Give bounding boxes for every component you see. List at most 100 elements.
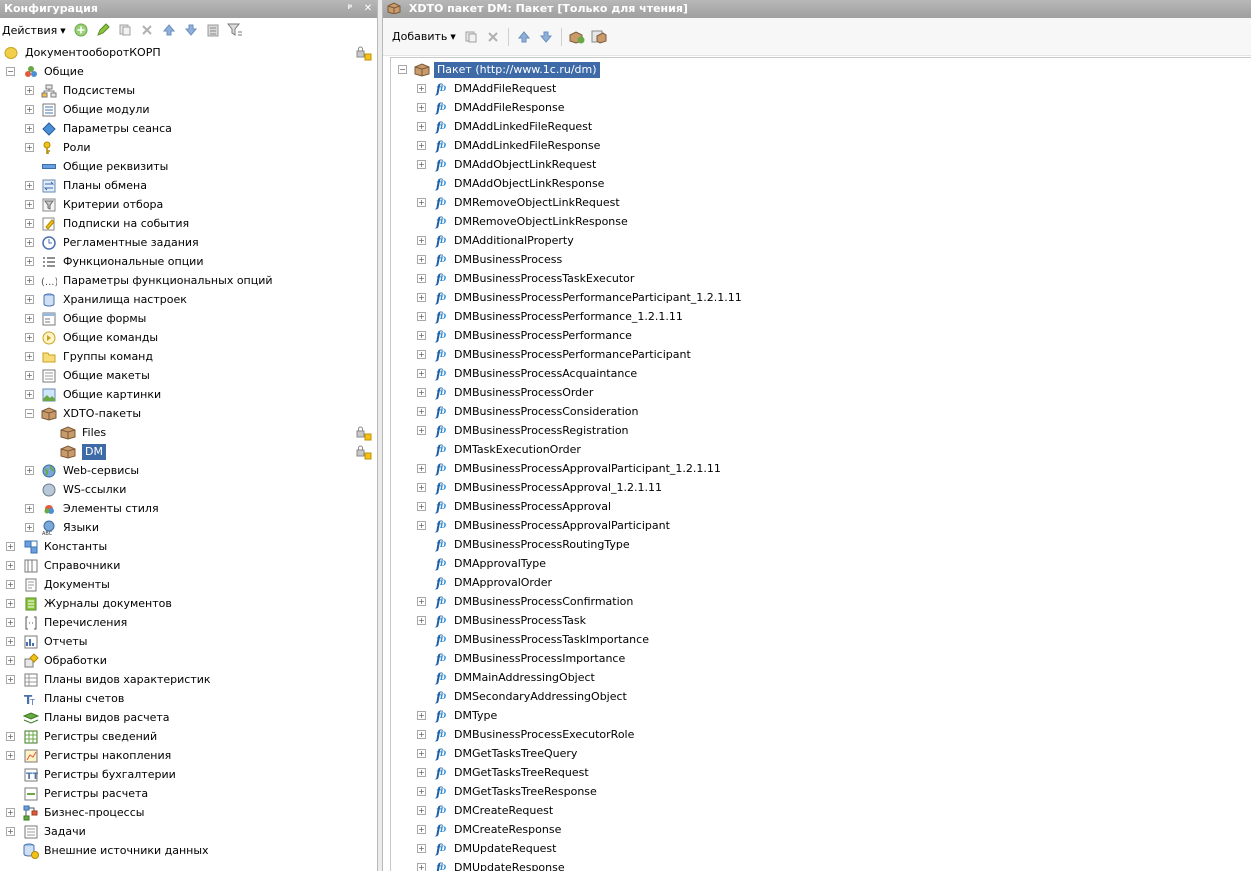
xdto-type-node[interactable]: + f D DMBusinessProcessOrder [391,383,1251,402]
tree-node[interactable]: + Подсистемы [0,81,377,100]
tree-node[interactable]: + Общие команды [0,328,377,347]
collapse-icon[interactable]: − [398,65,407,74]
expand-icon[interactable]: + [417,825,426,834]
delete-icon[interactable] [484,28,502,46]
xdto-type-node[interactable]: + f D DMBusinessProcessApprovalParticipant_… [391,459,1251,478]
xdto-type-node[interactable]: + f D DMBusinessProcessConfirmation [391,592,1251,611]
expand-icon[interactable]: + [417,863,426,871]
expand-icon[interactable]: + [6,675,15,684]
xdto-type-node[interactable]: + f D DMBusinessProcessRegistration [391,421,1251,440]
tree-node[interactable]: + Общие модули [0,100,377,119]
xdto-type-node[interactable]: + f D DMBusinessProcessApproval_1.2.1.11 [391,478,1251,497]
collapse-icon[interactable]: − [6,67,15,76]
tree-node[interactable]: + Регистры накопления [0,746,377,765]
expand-icon[interactable]: + [25,238,34,247]
expand-icon[interactable]: + [417,483,426,492]
move-down-icon[interactable] [537,28,555,46]
xdto-type-node[interactable]: + f D DMCreateRequest [391,801,1251,820]
xdto-type-node[interactable]: + f D DMBusinessProcessAcquaintance [391,364,1251,383]
move-down-icon[interactable] [182,21,200,39]
expand-icon[interactable]: + [6,580,15,589]
expand-icon[interactable]: + [6,827,15,836]
expand-icon[interactable]: + [417,407,426,416]
expand-icon[interactable]: + [6,656,15,665]
expand-icon[interactable]: + [417,331,426,340]
actions-menu-button[interactable]: Действия ▼ [2,24,70,37]
tree-node[interactable]: + Хранилища настроек [0,290,377,309]
xdto-type-node[interactable]: + f D DMGetTasksTreeQuery [391,744,1251,763]
tree-node[interactable]: + Подписки на события [0,214,377,233]
expand-icon[interactable]: + [6,561,15,570]
expand-icon[interactable]: + [6,637,15,646]
expand-icon[interactable]: + [25,295,34,304]
expand-icon[interactable]: + [417,749,426,758]
expand-icon[interactable]: + [25,276,34,285]
xdto-type-node[interactable]: f D DMBusinessProcessTaskImportance [391,630,1251,649]
tree-node[interactable]: + (...) Параметры функциональных опций [0,271,377,290]
expand-icon[interactable]: + [6,542,15,551]
tree-node[interactable]: + Элементы стиля [0,499,377,518]
expand-icon[interactable]: + [25,181,34,190]
xdto-type-node[interactable]: + f D DMGetTasksTreeRequest [391,763,1251,782]
tree-node[interactable]: + Бизнес-процессы [0,803,377,822]
expand-icon[interactable]: + [417,806,426,815]
delete-icon[interactable] [138,21,156,39]
expand-icon[interactable]: + [417,426,426,435]
expand-icon[interactable]: + [417,730,426,739]
tree-root-node[interactable]: ДокументооборотКОРП [0,43,377,62]
xdto-type-node[interactable]: + f D DMRemoveObjectLinkRequest [391,193,1251,212]
expand-icon[interactable]: + [417,350,426,359]
expand-icon[interactable]: + [25,105,34,114]
xdto-type-node[interactable]: f D DMAddObjectLinkResponse [391,174,1251,193]
xdto-type-node[interactable]: + f D DMBusinessProcessPerformance_1.2.1.11 [391,307,1251,326]
xdto-type-node[interactable]: f D DMTaskExecutionOrder [391,440,1251,459]
tree-node[interactable]: + Регламентные задания [0,233,377,252]
xdto-type-node[interactable]: + f D DMAdditionalProperty [391,231,1251,250]
expand-icon[interactable]: + [25,143,34,152]
expand-icon[interactable]: + [417,616,426,625]
expand-icon[interactable]: + [25,219,34,228]
xdto-type-node[interactable]: + f D DMAddFileResponse [391,98,1251,117]
expand-icon[interactable]: + [6,618,15,627]
expand-icon[interactable]: + [25,352,34,361]
xdto-type-node[interactable]: + f D DMAddFileRequest [391,79,1251,98]
tree-node[interactable]: + Группы команд [0,347,377,366]
add-icon[interactable] [72,21,90,39]
xdto-type-node[interactable]: + f D DMAddLinkedFileRequest [391,117,1251,136]
move-up-icon[interactable] [515,28,533,46]
tree-node[interactable]: + Критерии отбора [0,195,377,214]
tree-node[interactable]: + Константы [0,537,377,556]
expand-icon[interactable]: + [6,751,15,760]
expand-icon[interactable]: + [25,333,34,342]
tree-node[interactable]: + Регистры сведений [0,727,377,746]
tree-node[interactable]: + Отчеты [0,632,377,651]
xdto-type-node[interactable]: f D DMApprovalOrder [391,573,1251,592]
tree-node[interactable]: + Общие макеты [0,366,377,385]
tree-node[interactable]: Планы видов расчета [0,708,377,727]
xdto-type-node[interactable]: + f D DMBusinessProcessPerformanceParticipa… [391,345,1251,364]
import-schema-icon[interactable] [568,28,586,46]
tree-node[interactable]: Внешние источники данных [0,841,377,860]
tree-node[interactable]: + Роли [0,138,377,157]
xdto-type-node[interactable]: + f D DMBusinessProcessApproval [391,497,1251,516]
expand-icon[interactable]: + [417,711,426,720]
edit-icon[interactable] [94,21,112,39]
tree-node[interactable]: T T Планы счетов [0,689,377,708]
xdto-type-node[interactable]: + f D DMBusinessProcessExecutorRole [391,725,1251,744]
copy-icon[interactable] [116,21,134,39]
expand-icon[interactable]: + [25,314,34,323]
xdto-type-node[interactable]: + f D DMAddObjectLinkRequest [391,155,1251,174]
expand-icon[interactable]: + [417,198,426,207]
xdto-type-node[interactable]: + f D DMBusinessProcessTask [391,611,1251,630]
expand-icon[interactable]: + [417,388,426,397]
expand-icon[interactable]: + [417,521,426,530]
pin-icon[interactable]: ᵖ [342,0,358,18]
expand-icon[interactable]: + [25,124,34,133]
expand-icon[interactable]: + [6,599,15,608]
expand-icon[interactable]: + [417,160,426,169]
expand-icon[interactable]: + [6,732,15,741]
expand-icon[interactable]: + [417,141,426,150]
expand-icon[interactable]: + [417,768,426,777]
expand-icon[interactable]: + [25,523,34,532]
tree-node[interactable]: − XDTO-пакеты [0,404,377,423]
